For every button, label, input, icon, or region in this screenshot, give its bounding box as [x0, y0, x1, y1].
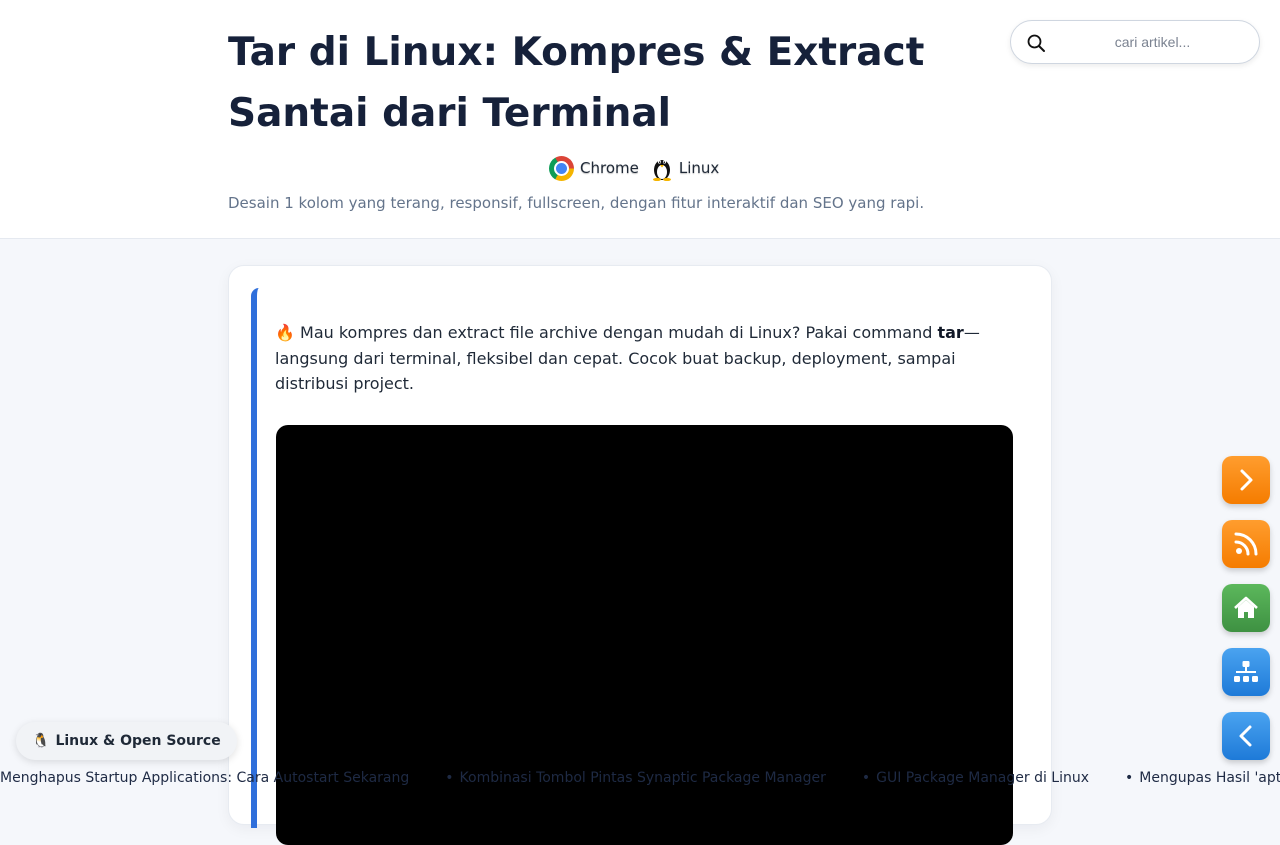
search-input[interactable] [1055, 27, 1250, 57]
badge-chrome: Chrome [549, 155, 639, 181]
badge-chrome-label: Chrome [580, 159, 639, 177]
chrome-icon [549, 155, 574, 181]
home-icon [1234, 596, 1258, 618]
ticker-item[interactable]: Menghapus Startup Applications: Cara Aut… [0, 770, 409, 786]
fire-emoji: 🔥 [275, 323, 295, 342]
badge-linux-label: Linux [678, 159, 720, 177]
accent-bar [251, 288, 259, 828]
page-subtitle: Desain 1 kolom yang terang, responsif, f… [228, 194, 925, 212]
category-chip[interactable]: 🐧 Linux & Open Source [16, 722, 237, 760]
intro-text-start: Mau kompres dan extract file archive den… [294, 323, 938, 342]
chevron-right-icon [1240, 469, 1253, 491]
sitemap-icon [1234, 661, 1258, 682]
intro-command: tar [937, 323, 964, 342]
category-chip-label: Linux & Open Source [55, 733, 221, 749]
ticker-item[interactable]: • GUI Package Manager di Linux [862, 770, 1089, 786]
rss-icon [1234, 532, 1258, 556]
news-ticker: Menghapus Startup Applications: Cara Aut… [0, 768, 1280, 790]
sitemap-button[interactable] [1222, 648, 1270, 696]
home-button[interactable] [1222, 584, 1270, 632]
penguin-icon: 🐧 [32, 733, 50, 749]
back-button[interactable] [1222, 712, 1270, 760]
badge-linux: Linux [651, 155, 719, 181]
tux-icon [652, 160, 671, 181]
rss-button[interactable] [1222, 520, 1270, 568]
search-icon [1027, 34, 1045, 52]
platform-badges: Chrome Linux [549, 154, 719, 182]
article-intro: 🔥 Mau kompres dan extract file archive d… [275, 320, 995, 397]
ticker-item[interactable]: •Mengupas Hasil 'apt --aud [1125, 770, 1280, 786]
chevron-left-icon [1239, 725, 1252, 747]
ticker-item[interactable]: • Kombinasi Tombol Pintas Synaptic Packag… [445, 770, 826, 786]
next-button[interactable] [1222, 456, 1270, 504]
search-box[interactable] [1010, 20, 1260, 64]
page-title: Tar di Linux: Kompres & Extract Santai d… [228, 30, 925, 136]
article-card: 🔥 Mau kompres dan extract file archive d… [228, 265, 1052, 845]
